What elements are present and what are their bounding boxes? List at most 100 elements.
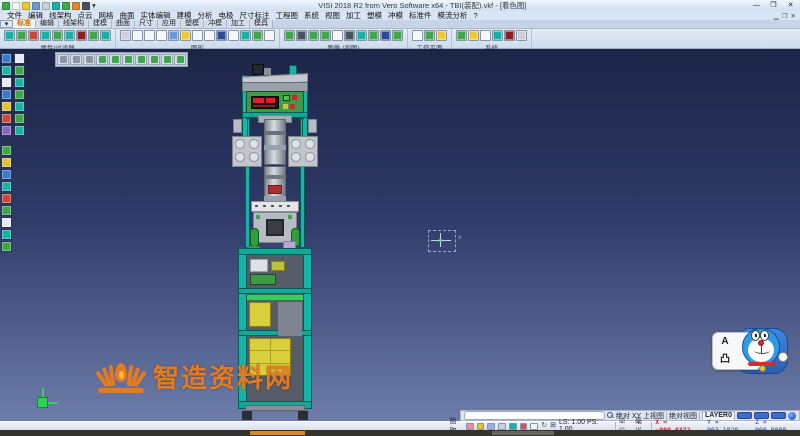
toolbar-icon[interactable]	[216, 30, 227, 41]
tab-edit[interactable]: 编辑	[36, 20, 59, 28]
toolbar-icon[interactable]	[492, 30, 503, 41]
tab-standard[interactable]: 标准	[13, 20, 36, 28]
machine-part	[245, 405, 305, 411]
export-icon[interactable]	[62, 2, 70, 10]
toolbar-icon[interactable]	[424, 30, 435, 41]
mdi-close-button[interactable]: ✕	[791, 12, 796, 20]
tab-machining[interactable]: 加工	[227, 20, 250, 28]
selection-marker[interactable]	[428, 230, 456, 252]
print-icon[interactable]	[42, 2, 50, 10]
machine-part	[303, 248, 312, 409]
toolbar-icon[interactable]	[516, 30, 527, 41]
mascot-pupil	[755, 334, 757, 337]
machine-hole	[249, 152, 259, 162]
tab-dimension[interactable]: 尺寸	[135, 20, 158, 28]
toolbar-icon[interactable]	[284, 30, 295, 41]
toolbar-icon[interactable]	[264, 30, 275, 41]
mdi-window-controls: ▁ ❐ ✕	[774, 12, 800, 20]
toolbar-icon[interactable]	[4, 30, 15, 41]
search-icon[interactable]	[607, 412, 614, 419]
machine-button	[292, 95, 297, 100]
quick-access-dropdown-icon[interactable]: ▾	[92, 1, 96, 10]
toolbar-icon[interactable]	[480, 30, 491, 41]
toolbar-icon[interactable]	[320, 30, 331, 41]
toolbar-icon[interactable]	[456, 30, 467, 41]
toolbar-icon[interactable]	[380, 30, 391, 41]
tab-tooling[interactable]: 模具	[250, 20, 273, 28]
tab-application[interactable]: 应用	[158, 20, 181, 28]
snap-toggle-icon[interactable]	[466, 423, 474, 430]
toolbar-icon[interactable]	[228, 30, 239, 41]
taskbar-app[interactable]	[492, 431, 554, 435]
toolbar-icon[interactable]	[468, 30, 479, 41]
grid-icon[interactable]: ⊞	[550, 422, 556, 430]
snap-toggle-icon[interactable]	[477, 423, 485, 430]
snap-toggle-icon[interactable]	[509, 423, 517, 430]
toolbar-icon[interactable]	[156, 30, 167, 41]
tab-mold[interactable]: 塑模	[181, 20, 204, 28]
toolbar-icon[interactable]	[368, 30, 379, 41]
mdi-minimize-button[interactable]: ▁	[774, 12, 779, 20]
new-file-icon[interactable]	[12, 2, 20, 10]
snap-toggle-icon[interactable]	[530, 423, 538, 430]
toolbar-icon[interactable]	[204, 30, 215, 41]
ime-keyboard-icon[interactable]: 凸	[713, 351, 737, 369]
snap-toggle-icon[interactable]	[520, 423, 528, 430]
toolbar-icon[interactable]	[144, 30, 155, 41]
toolbar-icon[interactable]	[344, 30, 355, 41]
toolbar-icon[interactable]	[88, 30, 99, 41]
tab-surface[interactable]: 曲面	[112, 20, 135, 28]
viewport[interactable]: x 智造资料网 A	[0, 49, 800, 421]
toolbar-icon[interactable]	[64, 30, 75, 41]
machine-part	[253, 105, 275, 107]
toolbar-icon[interactable]	[40, 30, 51, 41]
minimize-button[interactable]: —	[749, 0, 764, 11]
menu-item-help[interactable]: ?	[471, 11, 481, 20]
import-icon[interactable]	[52, 2, 60, 10]
toolbar-icon[interactable]	[332, 30, 343, 41]
toolbar-group-workplane: 工作平面	[408, 29, 452, 48]
ime-toolbar: A ☾ 凸 ·	[710, 326, 794, 376]
toolbar-icon[interactable]	[192, 30, 203, 41]
snap-toggle-icon[interactable]	[498, 423, 506, 430]
taskbar-active-app[interactable]	[250, 431, 305, 435]
tab-die[interactable]: 冲模	[204, 20, 227, 28]
redo-icon[interactable]	[82, 2, 90, 10]
toolbar-icon[interactable]	[168, 30, 179, 41]
machine-hole	[235, 152, 245, 162]
toolbar-icon[interactable]	[132, 30, 143, 41]
toolbar-icon[interactable]	[412, 30, 423, 41]
mdi-restore-button[interactable]: ❐	[782, 12, 788, 20]
save-file-icon[interactable]	[32, 2, 40, 10]
maximize-button[interactable]: ❐	[766, 0, 781, 11]
toolbar-icon-active[interactable]	[180, 30, 191, 41]
toolbar-icon[interactable]	[76, 30, 87, 41]
toolbar-icon[interactable]	[16, 30, 27, 41]
toolbar-icon[interactable]	[100, 30, 111, 41]
marker-axis-label: x	[458, 234, 461, 241]
toolbar-icon[interactable]	[296, 30, 307, 41]
watermark: 智造资料网	[98, 358, 293, 395]
undo-icon[interactable]	[72, 2, 80, 10]
toolbar-icon[interactable]	[240, 30, 251, 41]
ime-mode-letter[interactable]: A	[713, 333, 737, 351]
close-button[interactable]: ✕	[783, 0, 798, 11]
refresh-icon[interactable]: ↻	[541, 422, 547, 430]
mascot-bell	[759, 365, 766, 372]
tab-wireframe[interactable]: 线架构	[59, 20, 89, 28]
machine-button	[283, 95, 290, 101]
toolbar-icon[interactable]	[392, 30, 403, 41]
toolbar-icon[interactable]	[504, 30, 515, 41]
toolbar-icon[interactable]	[120, 30, 131, 41]
open-file-icon[interactable]	[22, 2, 30, 10]
toolbar-icon[interactable]	[28, 30, 39, 41]
snap-toggle-icon[interactable]	[487, 423, 495, 430]
toolbar-icon[interactable]	[308, 30, 319, 41]
tab-dropdown-icon[interactable]: ▾	[0, 20, 13, 28]
toolbar-icon[interactable]	[356, 30, 367, 41]
toolbar-icon[interactable]	[52, 30, 63, 41]
toolbar-icon[interactable]	[252, 30, 263, 41]
tab-modeling[interactable]: 建模	[89, 20, 112, 28]
toolbar-icon[interactable]	[436, 30, 447, 41]
watermark-text: 智造资料网	[153, 358, 293, 395]
